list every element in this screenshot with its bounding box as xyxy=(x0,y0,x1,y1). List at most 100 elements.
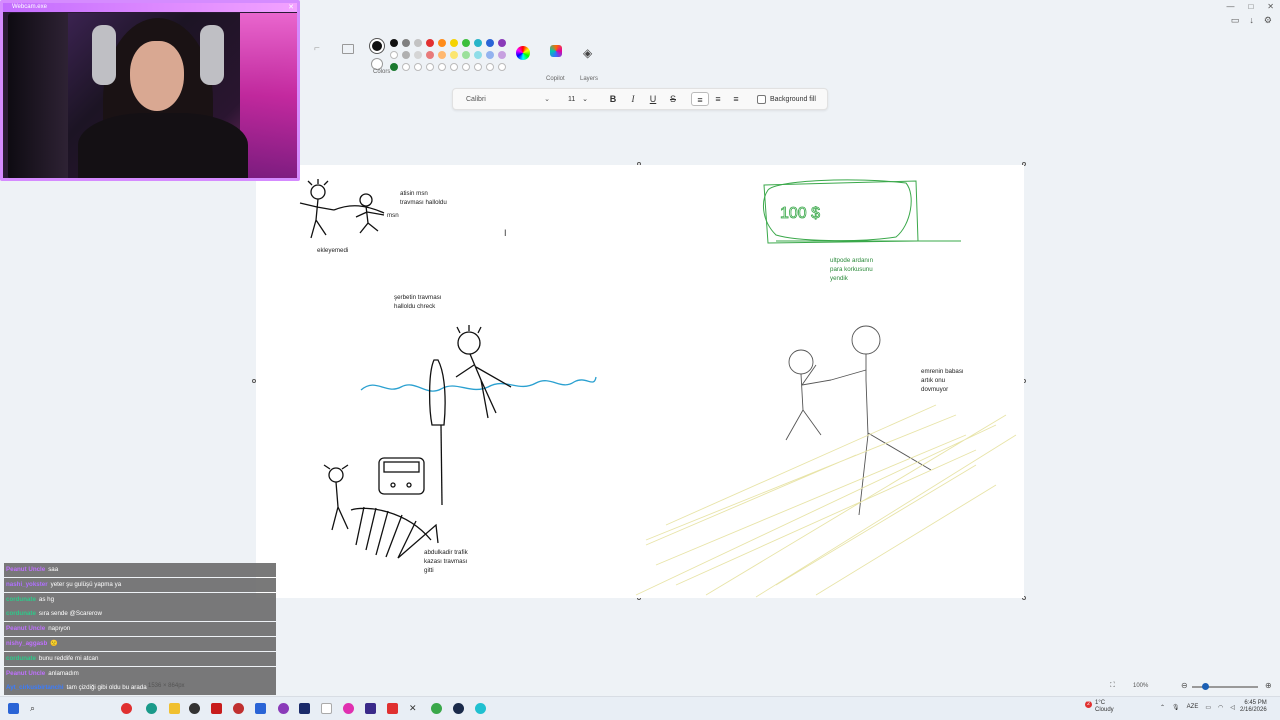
webcam-close-icon[interactable]: ✕ xyxy=(288,3,294,12)
color-swatch[interactable] xyxy=(390,51,398,59)
adobe-icon[interactable] xyxy=(299,703,310,714)
opera-icon[interactable] xyxy=(387,703,398,714)
color-swatch[interactable] xyxy=(498,51,506,59)
zoom-slider-thumb[interactable] xyxy=(1202,683,1209,690)
current-color-swatch[interactable] xyxy=(370,39,384,53)
app-icon-1[interactable] xyxy=(121,703,132,714)
align-center-button[interactable]: ≡ xyxy=(709,92,727,106)
download-icon[interactable]: ↓ xyxy=(1249,15,1254,26)
zoom-level[interactable]: 100% xyxy=(1133,683,1148,689)
monitor-icon[interactable]: ▭ xyxy=(1205,704,1211,711)
color-swatch[interactable] xyxy=(426,51,434,59)
drawing-canvas[interactable]: 100 $ atisin msn travması halloldu msn e… xyxy=(256,165,1024,598)
canvas-note-emre: emrenin babası artık onu dovmuyor xyxy=(921,368,964,393)
align-right-button[interactable]: ≡ xyxy=(727,92,745,106)
color-swatch[interactable] xyxy=(462,63,470,71)
align-left-button[interactable]: ≡ xyxy=(691,92,709,106)
mic-icon[interactable]: 🎙 xyxy=(1172,704,1180,711)
app-icon-2[interactable] xyxy=(189,703,200,714)
acrobat-icon[interactable] xyxy=(211,703,222,714)
color-swatch[interactable] xyxy=(462,51,470,59)
copilot-icon[interactable] xyxy=(550,45,562,57)
start-icon[interactable] xyxy=(8,703,19,714)
minimize-button[interactable]: — xyxy=(1226,2,1234,11)
color-swatch[interactable] xyxy=(486,39,494,47)
vs-icon[interactable] xyxy=(365,703,376,714)
chevron-up-icon[interactable]: ⌃ xyxy=(1160,704,1165,711)
app-icon-3[interactable] xyxy=(233,703,244,714)
zoom-in-icon[interactable]: ⊕ xyxy=(1265,681,1272,690)
font-size-select[interactable]: 11 ⌄ xyxy=(565,92,591,107)
app-icon-7[interactable]: ✕ xyxy=(409,703,420,714)
color-swatch[interactable] xyxy=(402,51,410,59)
bold-button[interactable]: B xyxy=(603,94,623,104)
webcam-overlay: Webcam.exe ✕ xyxy=(0,0,300,181)
webcam-title: Webcam.exe xyxy=(3,3,297,12)
color-swatch[interactable] xyxy=(402,63,410,71)
color-swatch[interactable] xyxy=(414,51,422,59)
color-swatch[interactable] xyxy=(402,39,410,47)
background-fill-checkbox[interactable] xyxy=(757,94,766,104)
close-button[interactable]: ✕ xyxy=(1267,2,1274,11)
settings-icon[interactable]: ⚙ xyxy=(1264,15,1272,26)
chat-message: Peanut Uncle napıyon xyxy=(4,622,276,637)
paint-icon[interactable] xyxy=(475,703,486,714)
chat-message: cordunate sıra sende @Scarerow xyxy=(4,607,276,622)
canvas-note-atisin: atisin msn travması halloldu xyxy=(400,190,447,206)
color-swatch[interactable] xyxy=(474,63,482,71)
layers-label: Layers xyxy=(580,76,599,82)
app-icon-8[interactable] xyxy=(431,703,442,714)
color-swatch[interactable] xyxy=(462,39,470,47)
fit-to-window-icon[interactable]: ⛶ xyxy=(1110,682,1115,690)
color-swatch[interactable] xyxy=(474,51,482,59)
color-swatch[interactable] xyxy=(426,63,434,71)
color-swatch[interactable] xyxy=(438,39,446,47)
steam-icon[interactable] xyxy=(453,703,464,714)
edit-colors-icon[interactable] xyxy=(516,46,530,60)
underline-button[interactable]: U xyxy=(643,94,663,104)
zoom-out-icon[interactable]: ⊖ xyxy=(1181,681,1188,690)
color-swatch[interactable] xyxy=(390,63,398,71)
color-swatch[interactable] xyxy=(474,39,482,47)
color-swatch[interactable] xyxy=(486,51,494,59)
background-fill-toggle[interactable]: Background fill xyxy=(757,94,816,104)
clock-time: 6:45 PM xyxy=(1244,700,1267,706)
color-swatch[interactable] xyxy=(438,51,446,59)
color-swatch[interactable] xyxy=(426,39,434,47)
chat-message: nashi_yokster yeter şu gulüşü yapma ya xyxy=(4,577,276,592)
color-swatch[interactable] xyxy=(450,39,458,47)
chat-text: napıyon xyxy=(48,625,71,633)
strikethrough-button[interactable]: S xyxy=(663,94,683,104)
chat-icon[interactable]: ▭ xyxy=(1231,15,1240,26)
shape-icon[interactable] xyxy=(342,44,354,54)
app-icon-4[interactable] xyxy=(255,703,266,714)
layers-icon[interactable]: ◈ xyxy=(583,46,592,60)
chat-text: as hg xyxy=(38,595,55,603)
clock[interactable]: 6:45 PM 2/16/2026 xyxy=(1240,700,1267,714)
chevron-down-icon: ⌄ xyxy=(582,96,588,103)
weather-widget[interactable]: 1°C Cloudy xyxy=(1095,700,1114,714)
color-swatch[interactable] xyxy=(486,63,494,71)
app-icon-6[interactable] xyxy=(343,703,354,714)
volume-icon[interactable]: ◁ xyxy=(1230,704,1235,711)
color-swatch[interactable] xyxy=(438,63,446,71)
file-explorer-icon[interactable] xyxy=(169,703,180,714)
search-icon[interactable]: ⌕ xyxy=(30,703,41,714)
color-swatch[interactable] xyxy=(450,63,458,71)
language-indicator[interactable]: AZE xyxy=(1187,704,1199,711)
maximize-button[interactable]: □ xyxy=(1248,2,1253,11)
notepad-icon[interactable] xyxy=(321,703,332,714)
person-face xyxy=(130,41,184,111)
wifi-icon[interactable]: ◠ xyxy=(1218,704,1223,711)
app-icon-5[interactable] xyxy=(278,703,289,714)
color-swatch[interactable] xyxy=(450,51,458,59)
color-swatch[interactable] xyxy=(390,39,398,47)
color-swatch[interactable] xyxy=(414,39,422,47)
tools-icon[interactable]: ⌐ xyxy=(314,38,320,60)
color-swatch[interactable] xyxy=(414,63,422,71)
color-swatch[interactable] xyxy=(498,63,506,71)
color-swatch[interactable] xyxy=(498,39,506,47)
italic-button[interactable]: I xyxy=(623,94,643,104)
edge-icon[interactable] xyxy=(146,703,157,714)
font-family-select[interactable]: Calibri ⌄ xyxy=(463,92,553,107)
